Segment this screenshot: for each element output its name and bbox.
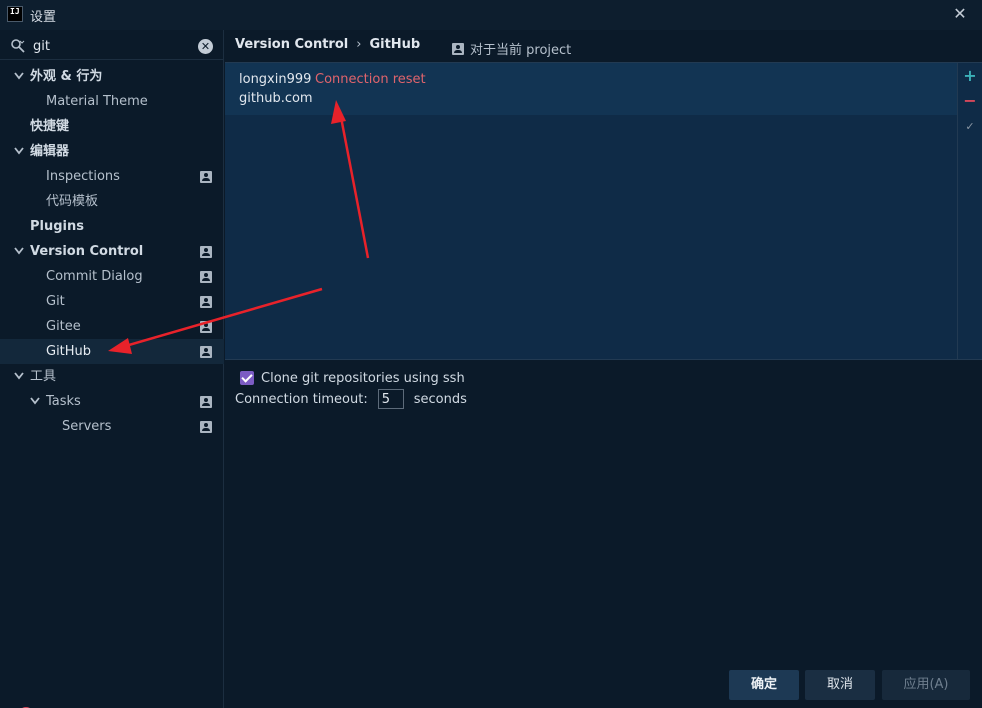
project-scope-icon — [200, 246, 212, 258]
timeout-option: Connection timeout: seconds — [235, 388, 467, 410]
breadcrumb-parent[interactable]: Version Control — [235, 37, 348, 52]
breadcrumb-current: GitHub — [369, 37, 421, 52]
accounts-list[interactable]: longxin999 Connection reset github.com — [225, 63, 957, 359]
sidebar-item[interactable]: Gitee — [0, 314, 224, 339]
project-scope-icon — [452, 43, 464, 55]
chevron-down-icon[interactable] — [29, 389, 41, 414]
sidebar-item-label: Git — [46, 294, 65, 309]
sidebar-item[interactable]: 快捷键 — [0, 114, 224, 139]
scope-indicator: 对于当前 project — [452, 39, 571, 58]
clone-ssh-label[interactable]: Clone git repositories using ssh — [261, 371, 465, 386]
ok-button[interactable]: 确定 — [729, 670, 799, 700]
sidebar-item-label: Commit Dialog — [46, 269, 143, 284]
project-scope-icon — [200, 171, 212, 183]
intellij-logo-icon: IJ — [7, 6, 23, 22]
sidebar-item-label: Gitee — [46, 319, 81, 334]
remove-account-icon[interactable]: − — [963, 93, 977, 109]
sidebar-item-label: 快捷键 — [30, 119, 70, 134]
sidebar-item-label: GitHub — [46, 344, 92, 359]
sidebar-item[interactable]: GitHub — [0, 339, 224, 364]
sidebar-item[interactable]: Plugins — [0, 214, 224, 239]
sidebar-item-label: Plugins — [30, 219, 84, 234]
sidebar-item[interactable]: 代码模板 — [0, 189, 224, 214]
chevron-down-icon[interactable] — [13, 239, 25, 264]
sidebar-item[interactable]: 工具 — [0, 364, 224, 389]
sidebar-item[interactable]: Inspections — [0, 164, 224, 189]
sidebar-item-label: Version Control — [30, 244, 144, 259]
timeout-label: Connection timeout: — [235, 391, 368, 407]
sidebar-item[interactable]: Material Theme — [0, 89, 224, 114]
chevron-down-icon[interactable] — [13, 139, 25, 164]
account-name: longxin999 — [239, 72, 312, 87]
account-host: github.com — [239, 91, 313, 106]
chevron-down-icon[interactable] — [13, 64, 25, 89]
title-bar: IJ 设置 ✕ — [0, 0, 982, 30]
sidebar-item-label: Inspections — [46, 169, 120, 184]
sidebar-item-label: 工具 — [30, 369, 57, 384]
project-scope-icon — [200, 321, 212, 333]
sidebar-item[interactable]: 编辑器 — [0, 139, 224, 164]
close-icon[interactable]: ✕ — [950, 4, 970, 24]
accounts-toolbar: + − ✓ — [957, 63, 982, 359]
sidebar-item[interactable]: Commit Dialog — [0, 264, 224, 289]
project-scope-icon — [200, 421, 212, 433]
sidebar-item-label: 编辑器 — [30, 144, 70, 159]
project-scope-icon — [200, 296, 212, 308]
settings-sidebar: ✕ 外观 & 行为 Material Theme 快捷键编辑器 Inspections… — [0, 30, 224, 708]
sidebar-item[interactable]: Tasks — [0, 389, 224, 414]
search-input[interactable] — [33, 36, 188, 56]
project-scope-icon — [200, 396, 212, 408]
clone-ssh-checkbox[interactable] — [240, 371, 254, 385]
breadcrumb: Version Control › GitHub — [235, 37, 420, 52]
sidebar-item-label: 代码模板 — [46, 194, 99, 209]
window-title: 设置 — [30, 10, 57, 25]
sidebar-item-label: 外观 & 行为 — [30, 69, 103, 84]
apply-button[interactable]: 应用(A) — [882, 670, 970, 700]
account-row[interactable]: longxin999 Connection reset github.com — [225, 63, 957, 115]
scope-label: 对于当前 project — [470, 43, 572, 58]
clone-ssh-option[interactable]: Clone git repositories using ssh — [240, 369, 465, 387]
accounts-panel: longxin999 Connection reset github.com +… — [225, 62, 982, 360]
breadcrumb-separator: › — [356, 37, 362, 52]
sidebar-item-label: Material Theme — [46, 94, 148, 109]
cancel-button[interactable]: 取消 — [805, 670, 875, 700]
timeout-input[interactable] — [377, 389, 404, 409]
set-default-account-icon[interactable]: ✓ — [963, 120, 977, 134]
sidebar-item[interactable]: Version Control — [0, 239, 224, 264]
sidebar-item-label: Servers — [62, 419, 112, 434]
sidebar-item-label: Tasks — [46, 394, 81, 409]
sidebar-item[interactable]: Servers — [0, 414, 224, 439]
search-icon — [11, 39, 25, 53]
timeout-unit: seconds — [413, 391, 467, 407]
account-error: Connection reset — [315, 72, 426, 87]
add-account-icon[interactable]: + — [963, 68, 977, 84]
sidebar-item[interactable]: 外观 & 行为 — [0, 64, 224, 89]
chevron-down-icon[interactable] — [13, 364, 25, 389]
main-panel: Version Control › GitHub 对于当前 project long… — [225, 30, 982, 708]
project-scope-icon — [200, 346, 212, 358]
project-scope-icon — [200, 271, 212, 283]
search-box: ✕ — [0, 32, 224, 60]
clear-search-icon[interactable]: ✕ — [198, 39, 213, 54]
sidebar-item[interactable]: Git — [0, 289, 224, 314]
